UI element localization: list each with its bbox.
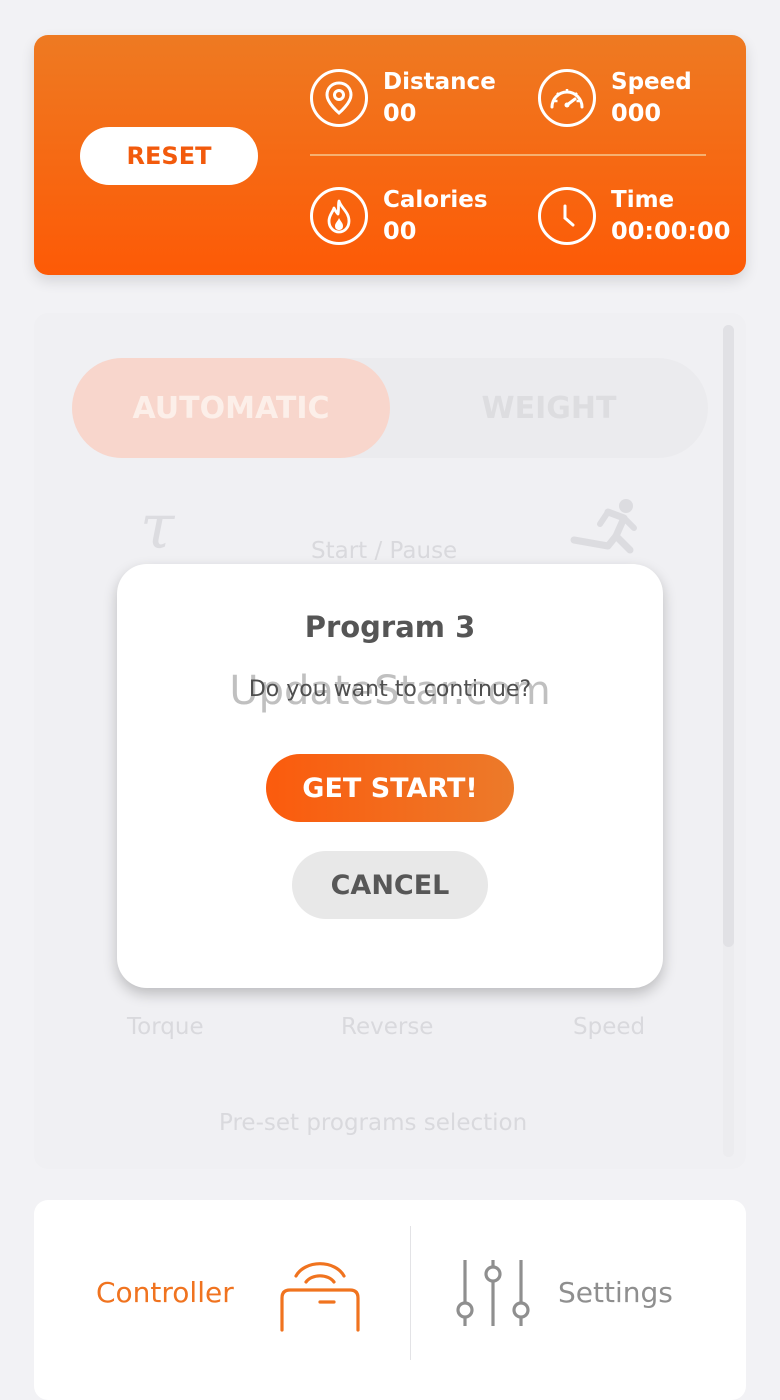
mode-automatic-tab[interactable]: AUTOMATIC: [72, 358, 390, 458]
stats-divider: [310, 154, 706, 156]
distance-label: Distance: [383, 69, 496, 95]
scrollbar-thumb[interactable]: [723, 325, 734, 947]
mode-weight-tab[interactable]: WEIGHT: [390, 358, 708, 458]
sliders-settings-icon[interactable]: [453, 1258, 537, 1332]
get-start-button[interactable]: GET START!: [266, 754, 514, 822]
calories-value: 00: [383, 217, 417, 245]
calories-stat: Calories 00: [310, 185, 488, 247]
cancel-button[interactable]: CANCEL: [292, 851, 488, 919]
dialog-message: Do you want to continue?: [248, 677, 532, 702]
speed-control-label: Speed: [573, 1014, 646, 1040]
speedometer-icon: [538, 69, 596, 127]
time-stat: Time 00:00:00: [538, 185, 730, 247]
flame-icon: [310, 187, 368, 245]
stats-card: RESET Distance 00 Speed 000 Calories 00 …: [34, 35, 746, 275]
program-dialog: Program 3 UpdateStar.com Do you want to …: [117, 564, 663, 988]
remote-controller-icon[interactable]: [278, 1252, 362, 1340]
torque-icon[interactable]: τ: [140, 490, 174, 563]
clock-icon: [538, 187, 596, 245]
nav-divider: [410, 1226, 411, 1360]
distance-value: 00: [383, 99, 417, 127]
speed-stat: Speed 000: [538, 67, 692, 129]
dialog-title: Program 3: [304, 610, 476, 644]
speed-label: Speed: [611, 69, 692, 95]
distance-stat: Distance 00: [310, 67, 496, 129]
time-label: Time: [611, 187, 675, 213]
running-person-icon[interactable]: [568, 496, 642, 568]
nav-controller-label[interactable]: Controller: [96, 1276, 234, 1309]
location-pin-icon: [310, 69, 368, 127]
start-pause-label: Start / Pause: [311, 538, 458, 564]
time-value: 00:00:00: [611, 217, 731, 245]
reset-button[interactable]: RESET: [80, 127, 258, 185]
nav-settings-label[interactable]: Settings: [558, 1276, 673, 1309]
torque-label: Torque: [127, 1014, 204, 1040]
speed-value: 000: [611, 99, 662, 127]
reverse-label: Reverse: [341, 1014, 434, 1040]
calories-label: Calories: [383, 187, 488, 213]
preset-programs-label[interactable]: Pre-set programs selection: [219, 1110, 527, 1136]
